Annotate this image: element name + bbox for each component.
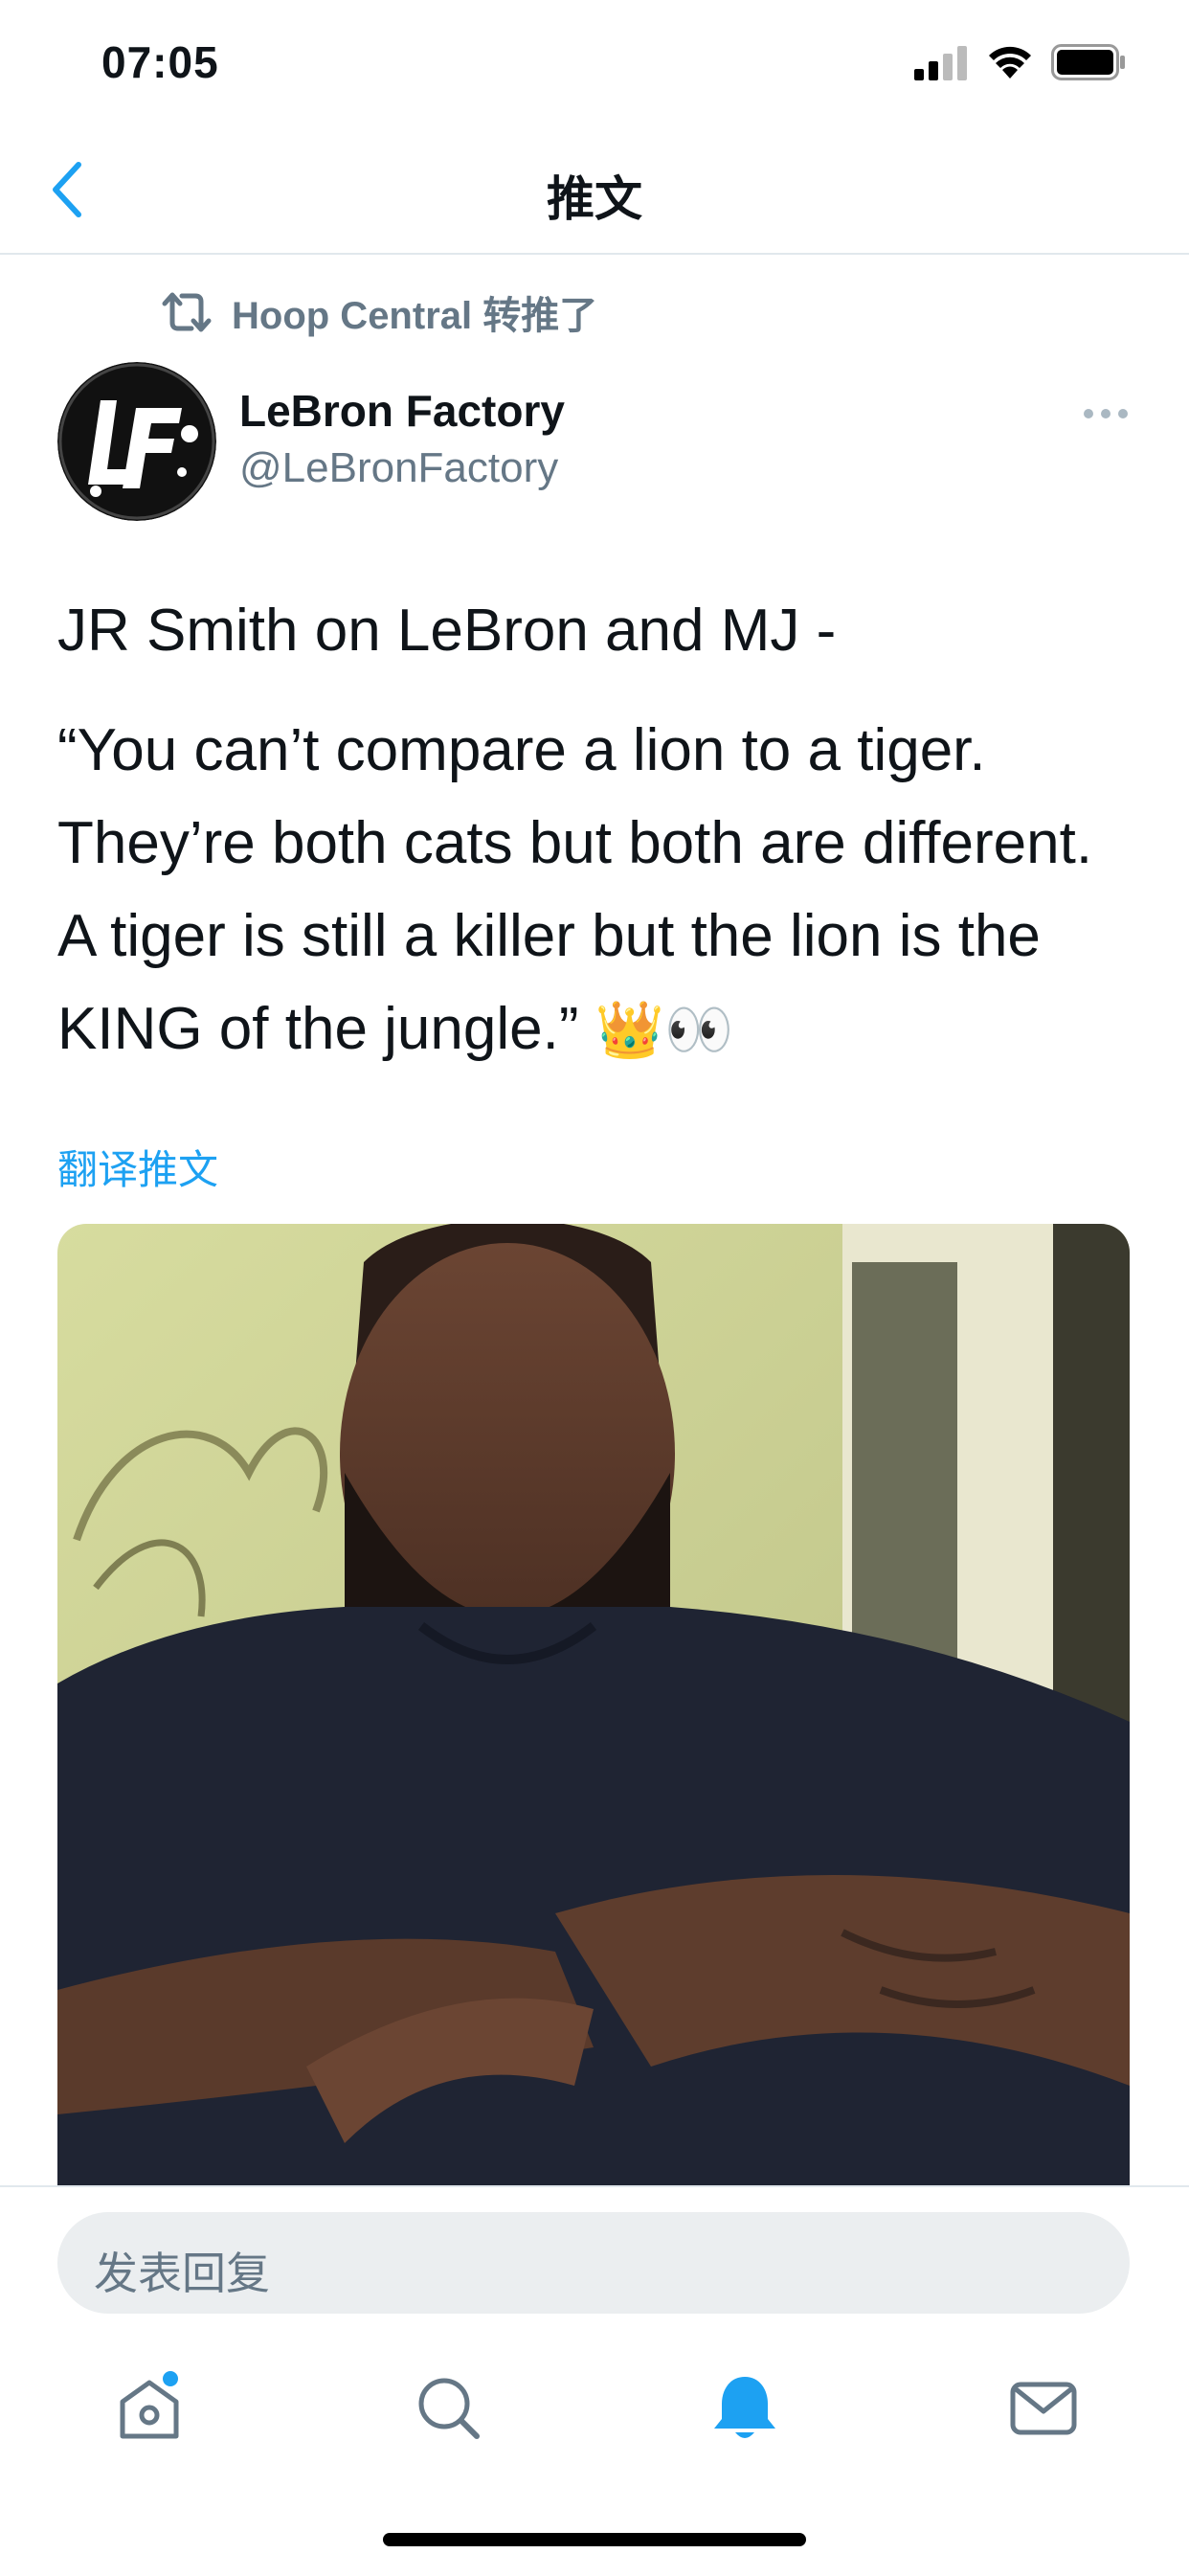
retweeted-by-label: Hoop Central 转推了 [232,295,598,337]
author-avatar[interactable] [57,362,216,521]
nav-bar: 推文 [0,124,1189,255]
tweet-text-body: “You can’t compare a lion to a tiger. Th… [57,704,1139,1076]
video-frame-image [57,1224,1130,2185]
cellular-signal-icon [914,46,967,80]
author-handle[interactable]: @LeBronFactory [239,444,558,492]
translate-tweet-link[interactable]: 翻译推文 [57,1138,218,1196]
reply-input[interactable]: 发表回复 [57,2212,1130,2314]
status-bar: 07:05 [0,0,1189,124]
status-time: 07:05 [101,37,219,87]
home-indicator [383,2533,806,2546]
tweet-text: JR Smith on LeBron and MJ - “You can’t c… [57,584,1139,1076]
search-icon[interactable] [410,2369,486,2446]
wifi-icon [989,46,1031,79]
bottom-bar: 发表回复 [0,2185,1189,2576]
home-icon[interactable] [111,2369,188,2446]
battery-icon [1051,44,1125,80]
crown-eyes-emoji: 👑👀 [594,999,734,1061]
page-title: 推文 [547,172,642,226]
messages-icon[interactable] [1005,2369,1082,2446]
retweeted-by[interactable]: Hoop Central 转推了 [159,285,597,339]
reply-placeholder: 发表回复 [94,2248,270,2298]
lf-logo-image [57,362,216,521]
tweet-media-video[interactable] [57,1224,1130,2185]
notifications-icon[interactable] [707,2369,783,2446]
author-name[interactable]: LeBron Factory [239,385,565,437]
retweet-icon [162,292,212,332]
tweet-text-line1: JR Smith on LeBron and MJ - [57,598,837,664]
tweet-quote: “You can’t compare a lion to a tiger. Th… [57,717,1093,1062]
more-options-icon[interactable] [1082,402,1130,425]
